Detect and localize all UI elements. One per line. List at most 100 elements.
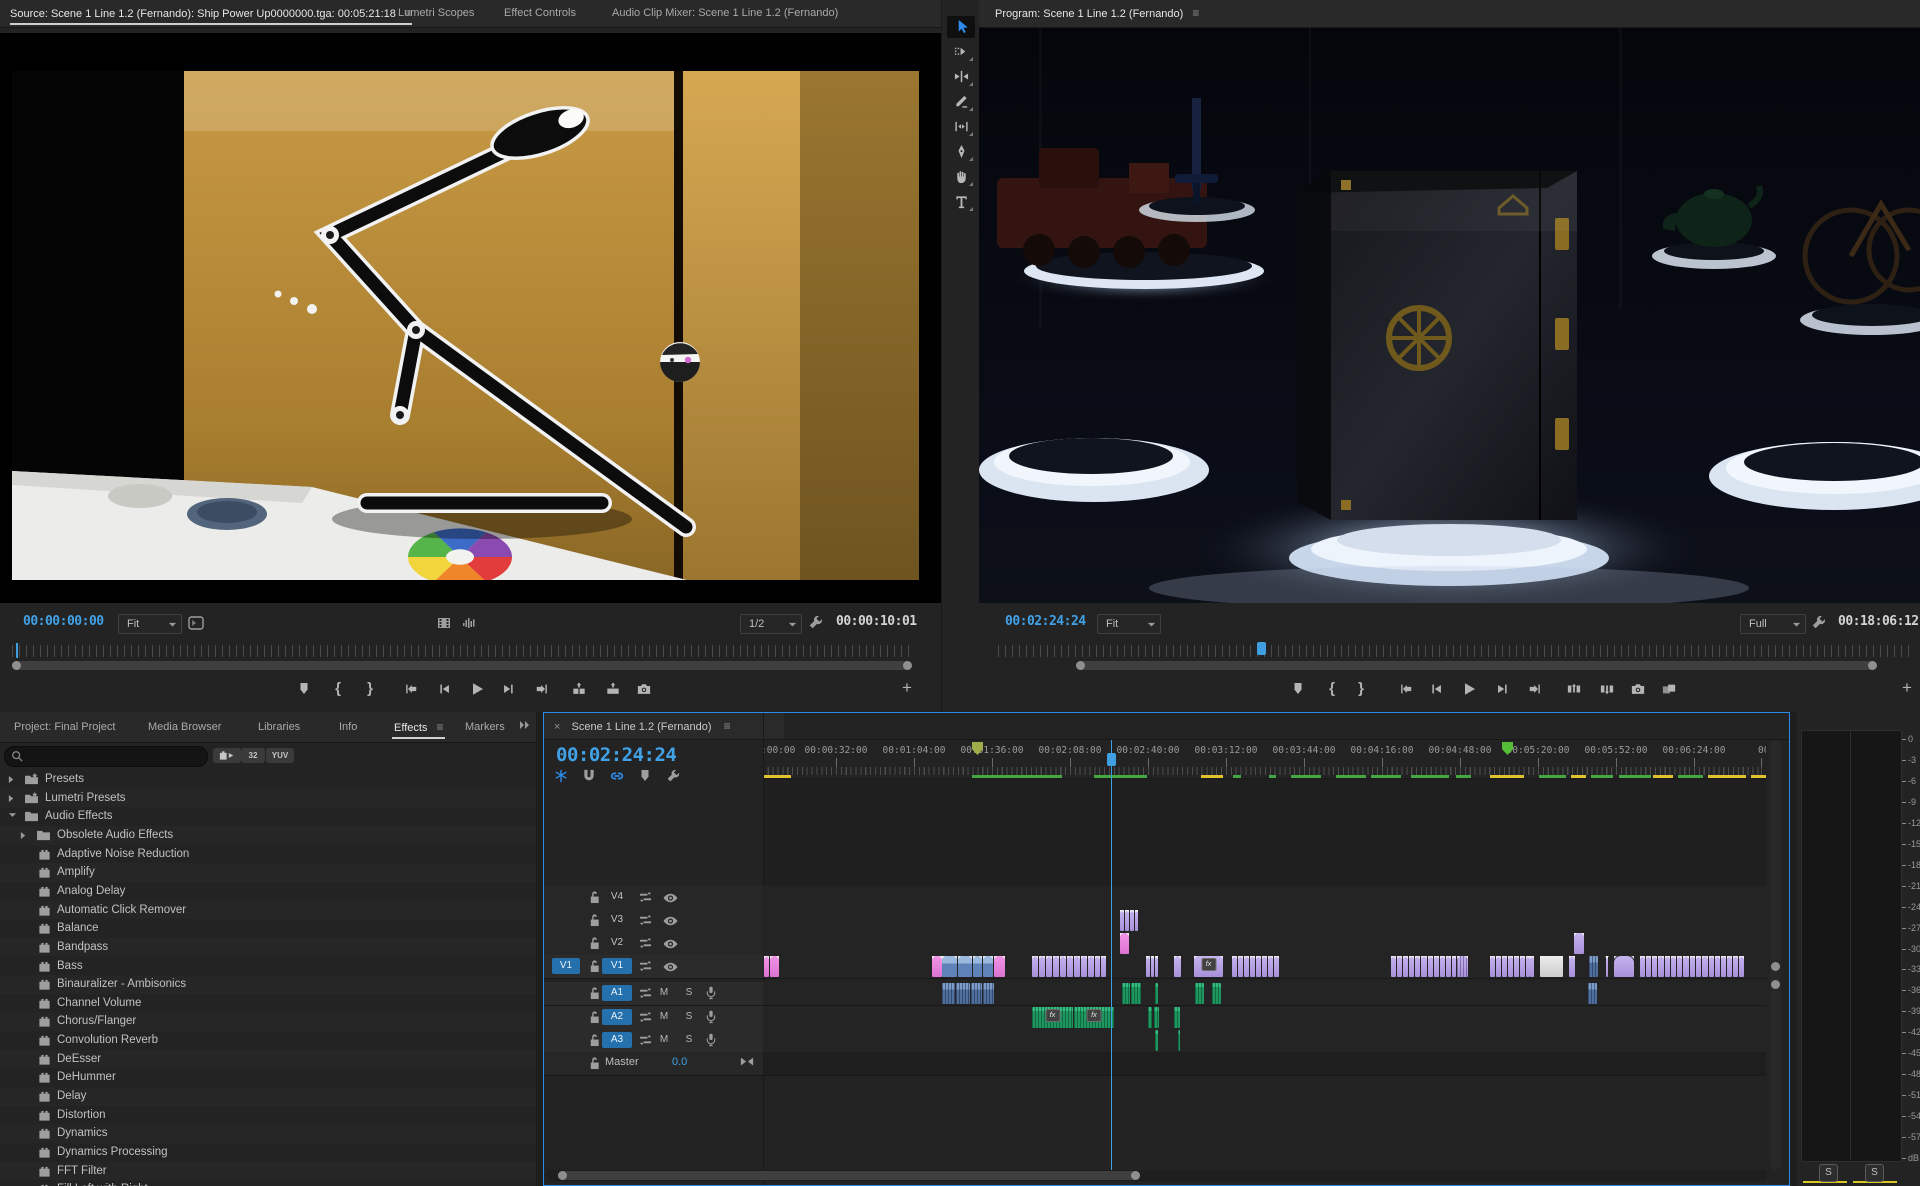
timeline-clip[interactable]: fx	[1194, 956, 1223, 977]
timeline-clip[interactable]	[1232, 956, 1237, 977]
overwrite-button[interactable]	[602, 679, 624, 699]
bit-depth-filter-button[interactable]: 32	[241, 748, 265, 763]
timeline-clip[interactable]	[1727, 956, 1732, 977]
settings-wrench-icon[interactable]	[1811, 615, 1826, 630]
chevron-down-icon[interactable]	[8, 812, 17, 819]
source-zoom-select[interactable]: Fit	[118, 614, 182, 634]
track-lock-icon[interactable]	[588, 890, 601, 904]
track-target-v3[interactable]: V3	[602, 912, 632, 928]
timeline-clip[interactable]	[1665, 956, 1670, 977]
timeline-clip[interactable]	[1088, 956, 1094, 977]
tab-effect-controls[interactable]: Effect Controls	[504, 0, 576, 27]
tab-lumetri-scopes[interactable]: Lumetri Scopes	[398, 0, 474, 27]
mark-in-button[interactable]: {	[1321, 679, 1343, 699]
timeline-clip[interactable]: fx	[1074, 1007, 1114, 1028]
tab-markers[interactable]: Markers	[465, 712, 505, 742]
track-target-a1[interactable]: A1	[602, 985, 632, 1001]
sync-lock-icon[interactable]	[639, 890, 652, 904]
timeline-clip[interactable]	[1174, 1007, 1180, 1028]
timeline-clip[interactable]	[1262, 956, 1267, 977]
timeline-clip[interactable]	[1677, 956, 1682, 977]
tab-project-final-project[interactable]: Project: Final Project	[14, 712, 115, 742]
zoom-handle-right[interactable]	[1131, 1171, 1140, 1180]
slip-tool[interactable]	[947, 116, 975, 138]
step-back-button[interactable]	[1426, 679, 1448, 699]
selection-tool[interactable]	[947, 16, 975, 38]
solo-button[interactable]: S	[682, 987, 696, 998]
timeline-clip[interactable]	[1715, 956, 1720, 977]
timeline-clip[interactable]	[942, 983, 955, 1004]
zoom-handle-left[interactable]	[12, 661, 21, 670]
play-button[interactable]	[466, 679, 488, 699]
sync-lock-icon[interactable]	[639, 1033, 652, 1047]
timeline-clip[interactable]	[1039, 956, 1045, 977]
timeline-clip[interactable]	[1646, 956, 1651, 977]
track-lock-icon[interactable]	[588, 913, 601, 927]
track-header-v2[interactable]: V2	[544, 932, 763, 956]
tab-effects[interactable]: Effects≡	[394, 712, 443, 742]
timeline-clip[interactable]: fx	[1032, 1007, 1073, 1028]
tab-source[interactable]: Source: Scene 1 Line 1.2 (Fernando): Shi…	[10, 0, 412, 27]
timeline-clip[interactable]	[1671, 956, 1676, 977]
timeline-clip[interactable]	[1101, 956, 1106, 977]
insert-button[interactable]	[568, 679, 590, 699]
go-to-out-button[interactable]	[1524, 679, 1546, 699]
track-output-eye-icon[interactable]	[663, 893, 678, 903]
chevron-right-icon[interactable]	[20, 831, 27, 840]
timeline-clip[interactable]	[1733, 956, 1738, 977]
folder-item[interactable]: Presets	[0, 770, 536, 789]
track-target-a3[interactable]: A3	[602, 1032, 632, 1048]
tab-libraries[interactable]: Libraries	[258, 712, 300, 742]
folder-item[interactable]: Obsolete Audio Effects	[0, 826, 536, 845]
ripple-edit-tool[interactable]	[947, 66, 975, 88]
safe-margins-icon[interactable]	[188, 616, 204, 630]
sync-lock-icon[interactable]	[639, 913, 652, 927]
voiceover-mic-icon[interactable]	[706, 1033, 716, 1047]
timeline-clip[interactable]	[958, 956, 972, 977]
timeline-clip[interactable]	[1415, 956, 1420, 977]
sync-lock-icon[interactable]	[639, 986, 652, 1000]
timeline-vertical-scrollbar[interactable]	[1770, 740, 1781, 1170]
track-header-master[interactable]: Master0.0	[544, 1052, 763, 1076]
yuv-filter-button[interactable]: YUV	[266, 748, 294, 763]
timeline-clip[interactable]	[1032, 956, 1038, 977]
track-content-v1[interactable]: fx	[763, 955, 1766, 979]
tab-overflow-chevron[interactable]	[519, 720, 531, 730]
scroll-handle[interactable]	[1771, 980, 1780, 989]
timeline-clip[interactable]	[1434, 956, 1439, 977]
timeline-clip[interactable]	[1614, 956, 1634, 977]
timeline-clip[interactable]	[1421, 956, 1427, 977]
timeline-clip[interactable]	[1446, 956, 1451, 977]
sync-lock-icon[interactable]	[639, 1010, 652, 1024]
effect-item[interactable]: Analog Delay	[0, 882, 536, 901]
track-select-forward-tool[interactable]	[947, 41, 975, 63]
scroll-handle[interactable]	[1771, 962, 1780, 971]
timeline-clip[interactable]	[1514, 956, 1519, 977]
zoom-handle-right[interactable]	[1868, 661, 1877, 670]
timeline-clip[interactable]	[1428, 956, 1433, 977]
zoom-handle-left[interactable]	[558, 1171, 567, 1180]
effect-item[interactable]: Adaptive Noise Reduction	[0, 845, 536, 864]
tab-media-browser[interactable]: Media Browser	[148, 712, 221, 742]
accelerated-effects-filter-button[interactable]	[213, 748, 241, 763]
master-volume-value[interactable]: 0.0	[672, 1056, 687, 1068]
timeline-clip[interactable]	[1081, 956, 1087, 977]
source-resolution-select[interactable]: 1/2	[740, 614, 802, 634]
timeline-clip[interactable]	[1131, 983, 1141, 1004]
track-lock-icon[interactable]	[588, 986, 601, 1000]
timeline-clip[interactable]	[1690, 956, 1695, 977]
effect-item[interactable]: Balance	[0, 919, 536, 938]
timeline-clip[interactable]	[1256, 956, 1261, 977]
timeline-clip[interactable]	[1125, 910, 1129, 931]
timeline-clip[interactable]	[1709, 956, 1714, 977]
step-forward-button[interactable]	[497, 679, 519, 699]
timeline-clip[interactable]	[1151, 956, 1154, 977]
play-button[interactable]	[1458, 679, 1480, 699]
timeline-clip[interactable]	[1238, 956, 1243, 977]
timeline-clip[interactable]	[1130, 910, 1134, 931]
source-playhead[interactable]	[16, 643, 18, 658]
timeline-clip[interactable]	[1652, 956, 1657, 977]
timeline-clip[interactable]	[1095, 956, 1100, 977]
timeline-clip[interactable]	[1046, 956, 1052, 977]
timeline-clip[interactable]	[1074, 956, 1080, 977]
